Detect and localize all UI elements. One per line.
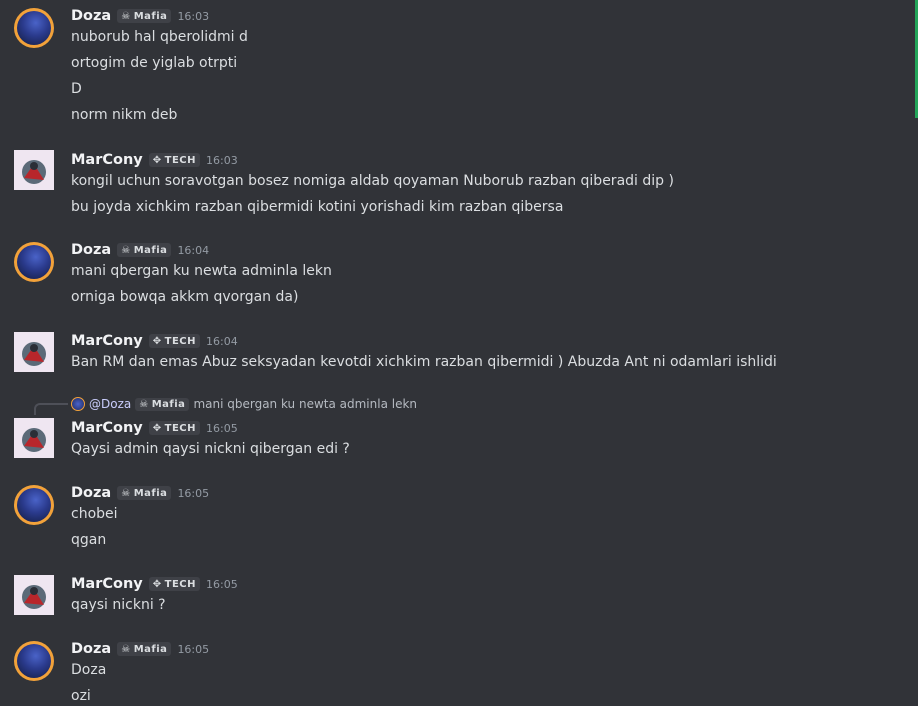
timestamp: 16:04 [206, 334, 238, 348]
message-header: Doza ☠ Mafia 16:04 [71, 241, 209, 259]
reply-mention[interactable]: @Doza [89, 397, 131, 411]
username[interactable]: Doza [71, 641, 111, 657]
reply-spine [34, 403, 68, 415]
timestamp: 16:03 [177, 9, 210, 23]
guild-tag-label: Mafia [133, 244, 168, 256]
message-text: bu joyda xichkim razban qibermidi kotini… [71, 199, 564, 215]
username[interactable]: Doza [71, 8, 111, 24]
message-header: Doza ☠ Mafia 16:05 [71, 484, 209, 502]
reply-text: mani qbergan ku newta adminla lekn [193, 397, 418, 411]
message-text: Ban RM dan emas Abuz seksyadan kevotdi x… [71, 354, 777, 370]
gamepad-icon: ✥ [152, 422, 162, 434]
guild-tag[interactable]: ✥ TECH [148, 153, 201, 167]
message-text: qgan [71, 532, 107, 548]
skull-icon: ☠ [121, 487, 131, 499]
message-text: orniga bowqa akkm qvorgan da) [71, 289, 299, 305]
skull-icon: ☠ [121, 10, 131, 22]
guild-tag[interactable]: ☠ Mafia [117, 243, 172, 257]
guild-tag[interactable]: ✥ TECH [148, 577, 201, 591]
username[interactable]: MarCony [71, 576, 143, 592]
timestamp: 16:04 [177, 243, 210, 257]
gamepad-icon: ✥ [152, 335, 162, 347]
message-text: mani qbergan ku newta adminla lekn [71, 263, 332, 279]
guild-tag[interactable]: ✥ TECH [148, 334, 201, 348]
message-text: ozi [71, 688, 91, 704]
timestamp: 16:05 [177, 642, 210, 656]
guild-tag-label: Mafia [151, 398, 186, 410]
message-text: Qaysi admin qaysi nickni qibergan edi ? [71, 441, 350, 457]
message-text: kongil uchun soravotgan bosez nomiga ald… [71, 173, 674, 189]
message-header: MarCony ✥ TECH 16:03 [71, 151, 238, 169]
guild-tag[interactable]: ☠ Mafia [117, 642, 172, 656]
avatar[interactable] [14, 641, 54, 681]
message-text: nuborub hal qberolidmi d [71, 29, 248, 45]
skull-icon: ☠ [139, 398, 149, 410]
username[interactable]: MarCony [71, 333, 143, 349]
avatar[interactable] [14, 8, 54, 48]
username[interactable]: MarCony [71, 420, 143, 436]
message-header: MarCony ✥ TECH 16:05 [71, 575, 238, 593]
message-text: Doza [71, 662, 107, 678]
gamepad-icon: ✥ [152, 154, 162, 166]
guild-tag[interactable]: ✥ TECH [148, 421, 201, 435]
message-header: MarCony ✥ TECH 16:04 [71, 332, 238, 350]
username[interactable]: MarCony [71, 152, 143, 168]
message-header: Doza ☠ Mafia 16:05 [71, 640, 209, 658]
guild-tag-label: Mafia [133, 643, 168, 655]
guild-tag-label: TECH [164, 154, 197, 166]
avatar[interactable] [14, 485, 54, 525]
avatar[interactable] [14, 575, 54, 615]
skull-icon: ☠ [121, 244, 131, 256]
timestamp: 16:05 [206, 421, 238, 435]
guild-tag-label: TECH [164, 422, 197, 434]
skull-icon: ☠ [121, 643, 131, 655]
message-text: ortogim de yiglab otrpti [71, 55, 238, 71]
message-text: D [71, 81, 82, 97]
reply-avatar [71, 397, 85, 411]
gamepad-icon: ✥ [152, 578, 162, 590]
avatar[interactable] [14, 418, 54, 458]
guild-tag[interactable]: ☠ Mafia [117, 9, 172, 23]
reply-preview[interactable]: @Doza ☠ Mafia mani qbergan ku newta admin… [71, 396, 417, 412]
timestamp: 16:05 [206, 577, 238, 591]
timestamp: 16:05 [177, 486, 210, 500]
username[interactable]: Doza [71, 242, 111, 258]
guild-tag-label: Mafia [133, 10, 168, 22]
message-text: norm nikm deb [71, 107, 178, 123]
username[interactable]: Doza [71, 485, 111, 501]
guild-tag[interactable]: ☠ Mafia [117, 486, 172, 500]
avatar[interactable] [14, 150, 54, 190]
guild-tag-label: Mafia [133, 487, 168, 499]
guild-tag-label: TECH [164, 578, 197, 590]
message-header: Doza ☠ Mafia 16:03 [71, 7, 209, 25]
message-text: qaysi nickni ? [71, 597, 166, 613]
guild-tag: ☠ Mafia [135, 397, 190, 411]
guild-tag-label: TECH [164, 335, 197, 347]
message-text: chobei [71, 506, 118, 522]
timestamp: 16:03 [206, 153, 238, 167]
avatar[interactable] [14, 242, 54, 282]
avatar[interactable] [14, 332, 54, 372]
message-header: MarCony ✥ TECH 16:05 [71, 419, 238, 437]
